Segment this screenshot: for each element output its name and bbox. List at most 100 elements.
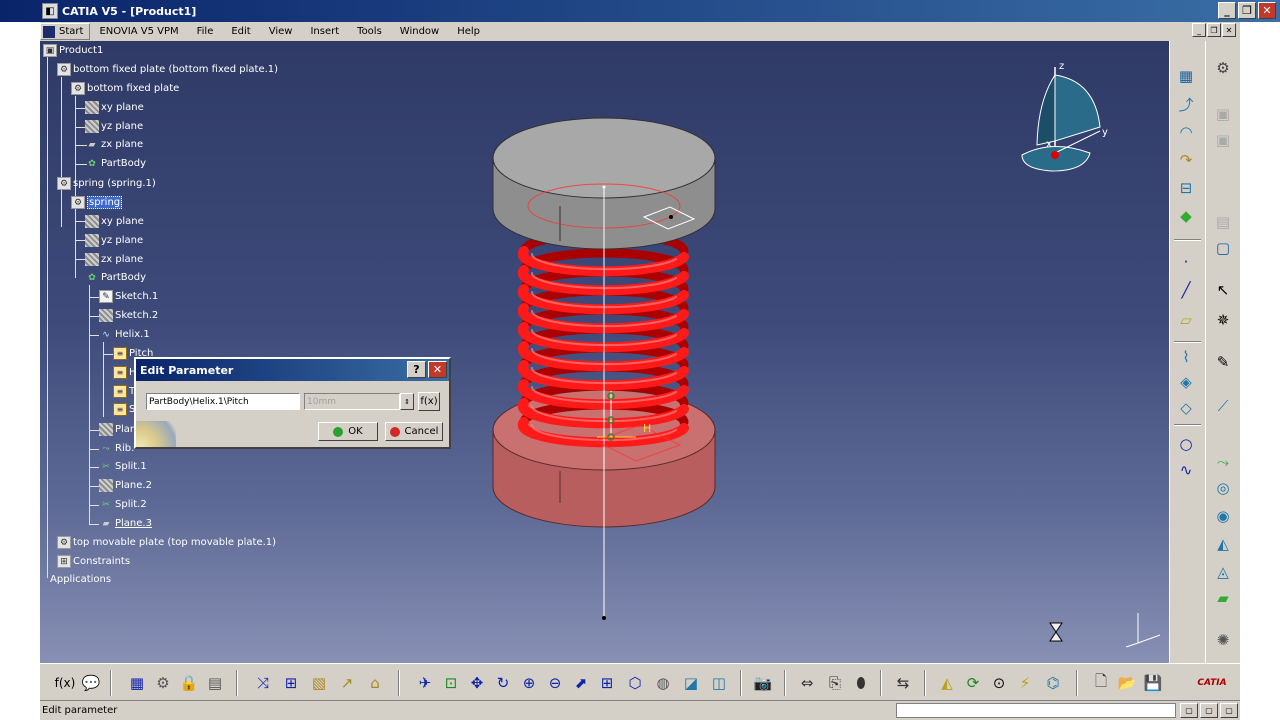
point-icon[interactable]: ⤴ [1175,93,1197,115]
part-design-icon[interactable]: ▦ [1175,65,1197,87]
fit-all-icon[interactable]: ⊡ [440,672,462,694]
spline-icon[interactable]: ∿ [1175,459,1197,481]
cancel-button[interactable]: Cancel [385,422,443,441]
tree-node-helix[interactable]: ∿ Helix.1 [99,328,149,341]
tool-icon[interactable]: ⊙ [988,672,1010,694]
command-input[interactable] [896,703,1176,718]
tree-node-bottom-partbody[interactable]: ✿ PartBody [85,157,146,170]
circle-icon[interactable]: ○ [1175,433,1197,455]
menu-edit[interactable]: Edit [222,26,259,37]
tool-icon[interactable]: ◭ [1212,533,1234,555]
lock-icon[interactable]: 🔒 [178,672,200,694]
workbench-icon[interactable]: ⚙ [1212,57,1234,79]
pan-icon[interactable]: ✥ [466,672,488,694]
tool-icon[interactable]: ⇆ [892,672,914,694]
point-dot-icon[interactable]: · [1175,251,1197,273]
tool-icon[interactable]: ⟳ [962,672,984,694]
minimize-button[interactable]: _ [1218,2,1236,19]
dialog-title-bar[interactable]: Edit Parameter ? ✕ [136,359,449,381]
spine-icon[interactable]: ↷ [1175,149,1197,171]
tool-icon[interactable]: ↗ [336,672,358,694]
iso-view-icon[interactable]: ⬡ [624,672,646,694]
law-icon[interactable]: ⟋ [1212,395,1234,417]
grid-icon[interactable]: ⊞ [280,672,302,694]
tree-node-taper[interactable]: ≡ T [113,385,135,398]
camera-icon[interactable]: 📷 [752,672,774,694]
value-spinner[interactable]: ⇕ [400,393,414,410]
catia-app-icon[interactable]: ◧ [42,3,58,19]
tree-node-sketch2[interactable]: Sketch.2 [99,309,158,322]
fly-icon[interactable]: ✈ [414,672,436,694]
menu-help[interactable]: Help [448,26,489,37]
project-icon[interactable]: ⊟ [1175,177,1197,199]
tree-node-start[interactable]: ≡ S [113,403,135,416]
tool-icon[interactable]: ⎘ [824,672,846,694]
compass[interactable]: z y x [1021,61,1108,172]
tool-icon[interactable]: ▢ [1212,237,1234,259]
parameter-value-field[interactable]: 10mm [304,393,400,410]
tree-node-spring-yz-plane[interactable]: yz plane [85,234,143,247]
status-button[interactable]: ▢ [1180,703,1198,718]
menu-file[interactable]: File [188,26,223,37]
helix-icon[interactable]: ⌇ [1175,346,1197,368]
ok-button[interactable]: OK [318,422,378,441]
curve-icon[interactable]: ◠ [1175,121,1197,143]
tool-icon[interactable]: ⤳ [1212,451,1234,473]
line-icon[interactable]: ╱ [1175,279,1197,301]
tool-icon[interactable]: ✺ [1212,629,1234,651]
tool-icon[interactable]: ◉ [1212,505,1234,527]
tree-node-sketch1[interactable]: ✎ Sketch.1 [99,290,158,303]
3d-viewport[interactable]: H z y x ▣ Product1 ⚙ bottom fixed plate … [40,41,1169,663]
zoom-in-icon[interactable]: ⊕ [518,672,540,694]
save-icon[interactable]: 💾 [1142,672,1164,694]
tree-node-plane3[interactable]: ▰ Plane.3 [99,517,152,530]
parameter-path-field[interactable]: PartBody\Helix.1\Pitch [146,393,300,410]
tree-node-plane1[interactable]: Plan [99,423,136,436]
menu-window[interactable]: Window [391,26,448,37]
tree-node-top-instance[interactable]: ⚙ top movable plate (top movable plate.1… [57,536,276,549]
tree-node-rib[interactable]: ⤳ Rib. [99,442,134,455]
tree-node-bottom-zx-plane[interactable]: ▰ zx plane [85,138,144,151]
tree-node-height[interactable]: ≡ H [113,366,137,379]
tool-icon[interactable]: ▧ [308,672,330,694]
tool-icon[interactable]: ⌬ [1042,672,1064,694]
tree-node-bottom-part[interactable]: ⚙ bottom fixed plate [71,82,179,95]
doc-close-button[interactable]: ✕ [1222,23,1236,37]
close-button[interactable]: ✕ [1258,2,1276,19]
formula-button[interactable]: f(x) [418,392,440,411]
comment-icon[interactable]: 💬 [80,672,102,694]
tool-icon[interactable]: ⌂ [364,672,386,694]
normal-view-icon[interactable]: ⬈ [570,672,592,694]
sweep-icon[interactable]: ◇ [1175,397,1197,419]
tree-node-bottom-instance[interactable]: ⚙ bottom fixed plate (bottom fixed plate… [57,63,278,76]
tree-node-split2[interactable]: ✂ Split.2 [99,498,147,511]
tree-node-spring-zx-plane[interactable]: zx plane [85,253,143,266]
tree-node-spring-xy-plane[interactable]: xy plane [85,215,144,228]
tree-node-bottom-yz-plane[interactable]: yz plane [85,120,143,133]
doc-minimize-button[interactable]: _ [1192,23,1206,37]
snap-icon[interactable]: ✵ [1212,309,1234,331]
open-folder-icon[interactable]: 📂 [1116,672,1138,694]
tool-icon[interactable]: ⤨ [252,672,274,694]
measure-icon[interactable]: ⇔ [796,672,818,694]
menu-tools[interactable]: Tools [348,26,391,37]
tree-node-constraints[interactable]: ⊞ Constraints [57,555,130,568]
select-arrow-icon[interactable]: ↖ [1212,279,1234,301]
menu-view[interactable]: View [260,26,302,37]
rotate-icon[interactable]: ↻ [492,672,514,694]
tree-node-spring-part[interactable]: ⚙ spring [71,196,123,209]
sketcher-icon[interactable]: ✎ [1212,351,1234,373]
catalog-icon[interactable]: ⚙ [152,672,174,694]
tree-node-spring-partbody[interactable]: ✿ PartBody [85,271,146,284]
tree-node-spring-instance[interactable]: ⚙ spring (spring.1) [57,177,156,190]
menu-insert[interactable]: Insert [301,26,348,37]
restore-button[interactable]: ❐ [1238,2,1256,19]
tool-icon[interactable]: ▤ [204,672,226,694]
tree-node-product[interactable]: ▣ Product1 [43,44,103,57]
status-button[interactable]: ▢ [1220,703,1238,718]
zoom-out-icon[interactable]: ⊖ [544,672,566,694]
new-file-icon[interactable]: 🗋 [1090,672,1112,694]
tool-icon[interactable]: ◭ [936,672,958,694]
tool-icon[interactable]: ◬ [1212,561,1234,583]
tree-node-bottom-xy-plane[interactable]: xy plane [85,101,144,114]
